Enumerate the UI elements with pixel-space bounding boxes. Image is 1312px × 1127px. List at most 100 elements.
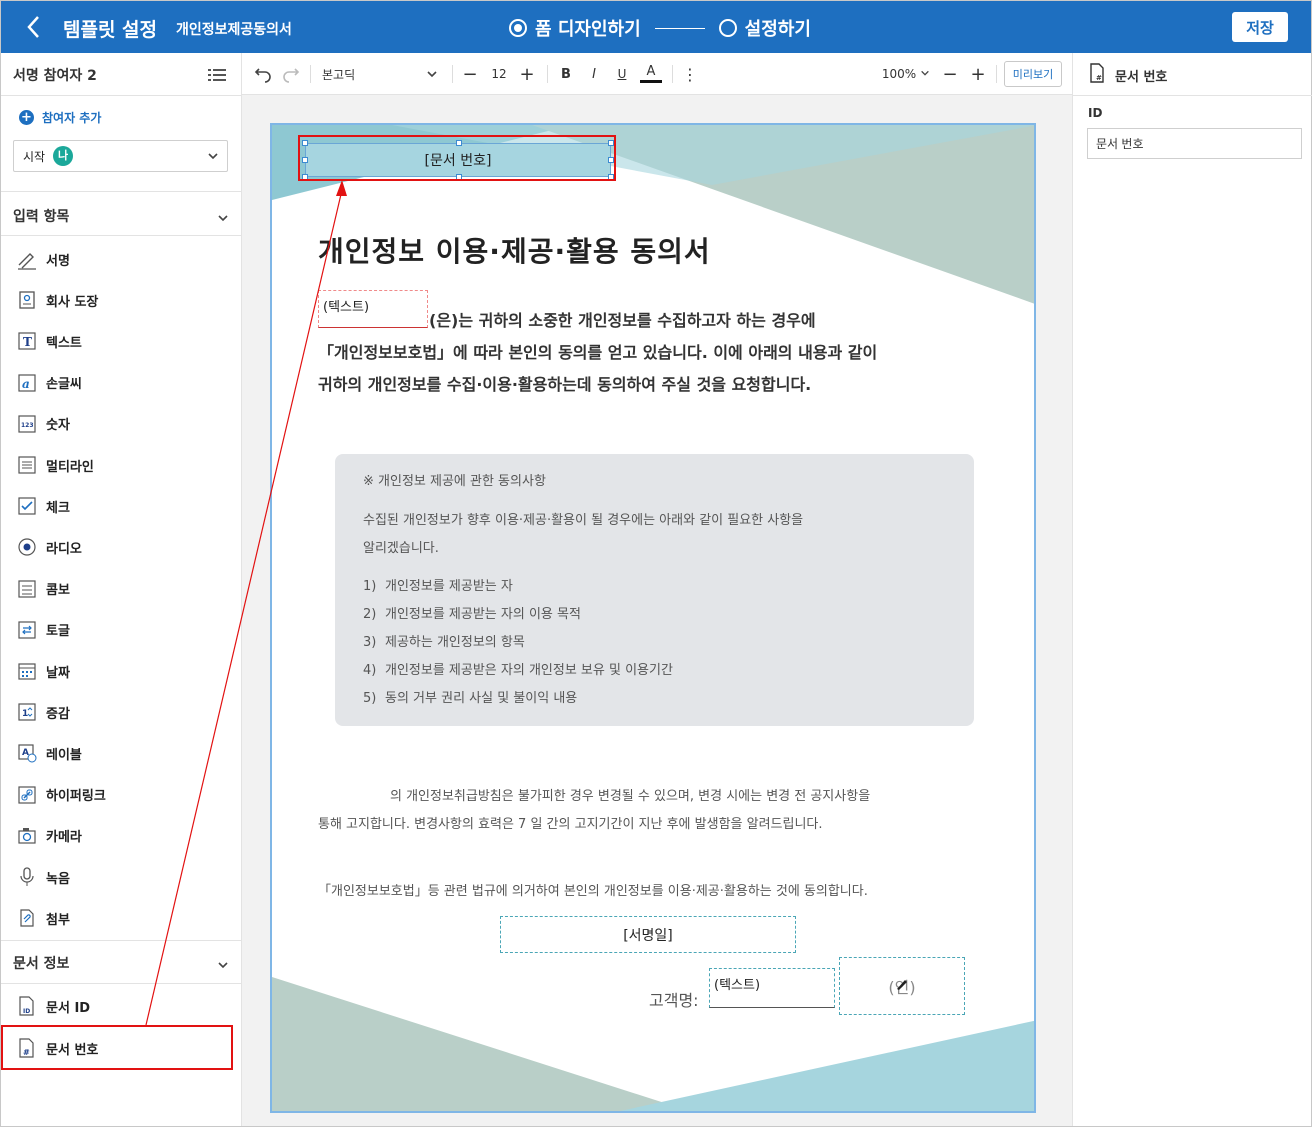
font-size-decrease-button[interactable]: − <box>460 63 480 85</box>
preview-button[interactable]: 미리보기 <box>1004 61 1062 87</box>
input-item[interactable]: 1 증감 <box>13 698 223 726</box>
doc-info-section-title: 문서 정보 <box>13 956 70 972</box>
notice-list-text: 동의 거부 권리 사실 및 불이익 내용 <box>385 691 578 706</box>
highlight-box-doc-number-field <box>298 135 616 181</box>
more-options-icon[interactable]: ⋮ <box>682 63 698 85</box>
input-item[interactable]: 녹음 <box>13 863 223 891</box>
input-item[interactable]: T 텍스트 <box>13 327 223 355</box>
input-item-label: 레이블 <box>46 747 82 763</box>
customer-name-field[interactable]: (텍스트) <box>709 968 835 1008</box>
intro-line-3: 귀하의 개인정보를 수집·이용·활용하는데 동의하여 주실 것을 요청합니다. <box>318 375 812 394</box>
doc-info-item[interactable]: ID 문서 ID <box>13 992 223 1020</box>
input-item[interactable]: 멀티라인 <box>13 451 223 479</box>
input-item[interactable]: 라디오 <box>13 533 223 561</box>
svg-text:1: 1 <box>22 709 28 719</box>
intro-line-2: 「개인정보보호법」에 따라 본인의 동의를 얻고 있습니다. 이에 아래의 내용… <box>318 343 878 362</box>
toggle-icon <box>16 619 38 641</box>
chevron-down-icon <box>920 67 930 81</box>
input-item[interactable]: 회사 도장 <box>13 286 223 314</box>
zoom-out-button[interactable]: − <box>940 63 960 85</box>
font-size-value[interactable]: 12 <box>486 63 512 85</box>
participant-select[interactable]: 시작 나 <box>13 140 228 172</box>
radio-icon <box>16 536 38 558</box>
policy-line-1: 의 개인정보취급방침은 불가피한 경우 변경될 수 있으며, 변경 시에는 변경… <box>390 789 871 804</box>
toolbar-separator <box>672 65 673 83</box>
add-participant-button[interactable]: + 참여자 추가 <box>19 109 101 126</box>
input-item[interactable]: 첨부 <box>13 904 223 932</box>
zoom-select[interactable]: 100% <box>878 63 934 85</box>
bold-button[interactable]: B <box>556 63 576 85</box>
signature-stamp-field[interactable]: (인) <box>839 957 965 1015</box>
intro-line-1: (은)는 귀하의 소중한 개인정보를 수집하고자 하는 경우에 <box>429 311 816 330</box>
sign-date-field[interactable]: [서명일] <box>500 916 796 953</box>
divider <box>1 940 242 941</box>
participant-select-label: 시작 <box>23 149 46 164</box>
chevron-down-icon <box>207 150 219 162</box>
camera-icon <box>16 825 38 847</box>
svg-text:T: T <box>23 335 32 349</box>
undo-icon[interactable] <box>252 63 274 85</box>
back-arrow-icon[interactable] <box>23 13 47 41</box>
chevron-down-icon[interactable] <box>217 956 229 969</box>
step-form-design-label: 폼 디자인하기 <box>535 19 641 40</box>
id-input[interactable] <box>1087 128 1302 159</box>
input-item-label: 체크 <box>46 500 70 516</box>
toolbar-separator <box>452 65 453 83</box>
zoom-in-button[interactable]: + <box>968 63 988 85</box>
notice-list-text: 제공하는 개인정보의 항목 <box>385 635 525 650</box>
input-item-label: 날짜 <box>46 665 70 681</box>
input-item[interactable]: 123 숫자 <box>13 410 223 438</box>
list-menu-icon[interactable] <box>208 67 226 81</box>
input-item[interactable]: 서명 <box>13 245 223 273</box>
input-item[interactable]: 하이퍼링크 <box>13 781 223 809</box>
input-item-label: 녹음 <box>46 871 70 887</box>
customer-name-label: 고객명: <box>649 991 699 1010</box>
font-select-value: 본고딕 <box>322 67 356 82</box>
input-item[interactable]: 토글 <box>13 616 223 644</box>
notice-list-text: 개인정보를 제공받은 자의 개인정보 보유 및 이용기간 <box>385 663 673 678</box>
input-item[interactable]: A 레이블 <box>13 739 223 767</box>
toolbar-separator <box>547 65 548 83</box>
doc-info-item-label: 문서 ID <box>46 1000 91 1016</box>
input-item[interactable]: a 손글씨 <box>13 369 223 397</box>
notice-list-number: 3) <box>363 635 377 650</box>
notice-desc-1: 수집된 개인정보가 향후 이용·제공·활용이 될 경우에는 아래와 같이 필요한… <box>363 513 804 528</box>
document-id-icon: ID <box>16 995 38 1017</box>
font-size-increase-button[interactable]: + <box>517 63 537 85</box>
notice-list-number: 1) <box>363 579 377 594</box>
document-name: 개인정보제공동의서 <box>176 22 292 38</box>
input-item-label: 콤보 <box>46 583 70 599</box>
input-item-label: 카메라 <box>46 830 82 846</box>
input-item-label: 멀티라인 <box>46 459 94 475</box>
notice-list-text: 개인정보를 제공받는 자의 이용 목적 <box>385 607 581 622</box>
text-icon: T <box>16 330 38 352</box>
left-panel: 서명 참여자 2 + 참여자 추가 시작 나 입력 항목 서명 회사 도장 T 텍스트… <box>1 53 242 1126</box>
underline-button[interactable]: U <box>612 63 632 85</box>
company-stamp-icon <box>16 289 38 311</box>
divider <box>1 235 242 236</box>
step-form-design[interactable]: 폼 디자인하기 <box>509 15 641 41</box>
step-settings[interactable]: 설정하기 <box>718 15 811 41</box>
number-icon: 123 <box>16 413 38 435</box>
input-item-label: 숫자 <box>46 418 70 434</box>
notice-list-item: 1) 개인정보를 제공받는 자 <box>363 575 513 594</box>
font-color-button[interactable]: A <box>640 63 662 83</box>
chevron-down-icon[interactable] <box>217 209 229 222</box>
combo-icon <box>16 578 38 600</box>
company-text-field[interactable]: (텍스트) <box>318 290 428 328</box>
italic-button[interactable]: I <box>584 63 604 85</box>
input-item-label: 회사 도장 <box>46 294 99 310</box>
input-item[interactable]: 콤보 <box>13 575 223 603</box>
divider <box>1 983 242 984</box>
redo-icon[interactable] <box>280 63 302 85</box>
svg-text:ID: ID <box>23 1008 30 1015</box>
input-item[interactable]: 카메라 <box>13 822 223 850</box>
font-select[interactable]: 본고딕 <box>322 63 442 85</box>
input-item-label: 증감 <box>46 706 70 722</box>
zoom-value: 100% <box>881 67 917 81</box>
properties-title: 문서 번호 <box>1115 69 1168 85</box>
input-item[interactable]: 체크 <box>13 492 223 520</box>
save-button[interactable]: 저장 <box>1232 12 1288 42</box>
toolbar-separator <box>996 65 997 83</box>
input-item[interactable]: 날짜 <box>13 657 223 685</box>
